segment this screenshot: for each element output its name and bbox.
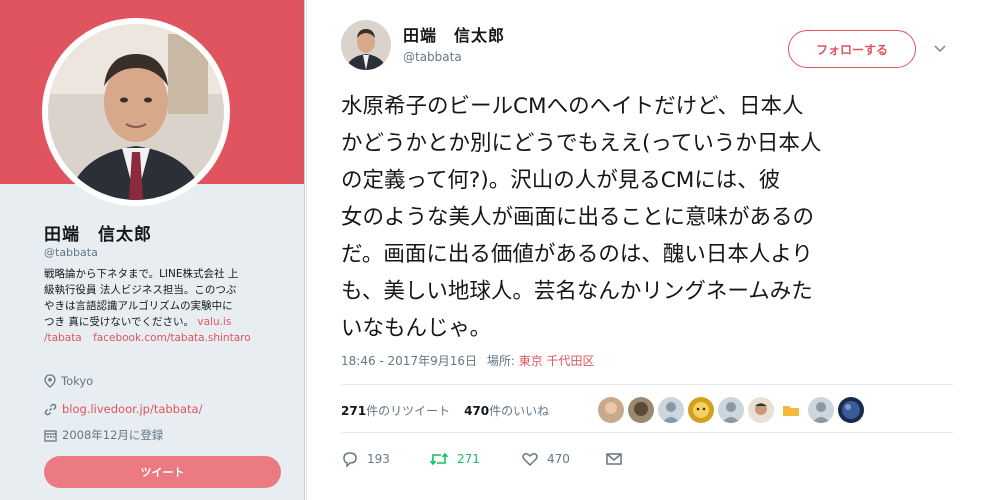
profile-avatar[interactable] [42,18,230,206]
profile-location: Tokyo [44,374,93,388]
like-count: 470 [547,452,570,466]
place-label: 場所: [486,354,515,368]
divider [341,432,953,433]
message-action[interactable] [605,450,623,468]
profile-website: blog.livedoor.jp/tabbata/ [44,402,202,416]
liker-avatar[interactable] [598,397,624,423]
message-icon [606,453,622,465]
liker-avatar[interactable] [778,397,804,423]
location-icon [44,374,56,388]
liker-avatar[interactable] [628,397,654,423]
tweet-card: 田端 信太郎 @tabbata フォローする 水原希子のビールCMへのヘイトだけ… [306,0,986,500]
tweet-timestamp-row: 18:46 - 2017年9月16日 場所: 東京 千代田区 [341,352,595,369]
joined-text: 2008年12月に登録 [62,428,164,442]
retweet-icon [429,452,449,466]
like-stat-count: 470 [464,404,490,418]
liker-avatars [598,397,864,423]
calendar-icon [44,429,57,442]
bio-link-valu-rest[interactable]: /tabata [44,332,82,344]
bio-link-facebook[interactable]: facebook.com/tabata.shintaro [93,332,251,344]
liker-avatar[interactable] [808,397,834,423]
retweet-stat-label: 件のリツイート [366,404,451,418]
tweet-text: 水原希子のビールCMへのヘイトだけど、日本人 かどうかとか別にどうでもええ(って… [341,94,822,341]
retweet-count: 271 [457,452,480,466]
tweet-author-handle[interactable]: @tabbata [403,50,462,64]
profile-joined: 2008年12月に登録 [44,427,163,443]
profile-bio: 戦略論から下ネタまで。LINE株式会社 上 級執行役員 法人ビジネス担当。このつ… [44,266,280,346]
divider [341,384,953,385]
retweet-stat-count: 271 [341,404,367,418]
retweet-stat[interactable]: 271件のリツイート [341,402,450,419]
place-link[interactable]: 東京 千代田区 [519,354,595,368]
bio-line: つき 真に受けないでください。 valu.is [44,314,280,330]
website-link[interactable]: blog.livedoor.jp/tabbata/ [62,402,202,416]
tweet-author-name[interactable]: 田端 信太郎 [403,22,505,46]
tweet-button[interactable]: ツイート [44,456,281,488]
like-stat-label: 件のいいね [489,404,550,418]
heart-icon [522,453,538,467]
chevron-down-icon[interactable] [932,40,948,56]
tweet-author-avatar[interactable] [341,20,391,70]
reply-action[interactable]: 193 [341,450,390,468]
profile-card: 田端 信太郎 @tabbata 戦略論から下ネタまで。LINE株式会社 上 級執… [0,0,305,500]
liker-avatar[interactable] [658,397,684,423]
liker-avatar[interactable] [838,397,864,423]
like-action[interactable]: 470 [521,450,570,468]
reply-count: 193 [367,452,390,466]
bio-line: 戦略論から下ネタまで。LINE株式会社 上 [44,268,239,280]
liker-avatar[interactable] [688,397,714,423]
bio-line: 級執行役員 法人ビジネス担当。このつぶ [44,284,237,296]
reply-icon [343,452,357,468]
location-text: Tokyo [61,374,94,388]
tweet-actions: 193 271 470 [341,450,623,474]
tweet-timestamp[interactable]: 18:46 - 2017年9月16日 [341,354,477,368]
like-stat[interactable]: 470件のいいね [464,402,549,419]
profile-handle[interactable]: @tabbata [44,246,98,259]
bio-line: やきは言語認識アルゴリズムの実験中に [44,300,233,312]
follow-button[interactable]: フォローする [788,30,916,68]
bio-link-valu[interactable]: valu.is [197,316,231,328]
tweet-stats: 271件のリツイート 470件のいいね [341,402,549,419]
liker-avatar[interactable] [748,397,774,423]
liker-avatar[interactable] [718,397,744,423]
link-icon [44,403,57,415]
retweet-action[interactable]: 271 [429,450,480,468]
profile-name[interactable]: 田端 信太郎 [44,220,152,245]
bio-text: つき 真に受けないでください。 [44,316,195,328]
bio-line: /tabata facebook.com/tabata.shintaro [44,330,280,346]
profile-avatar-image [48,24,224,200]
